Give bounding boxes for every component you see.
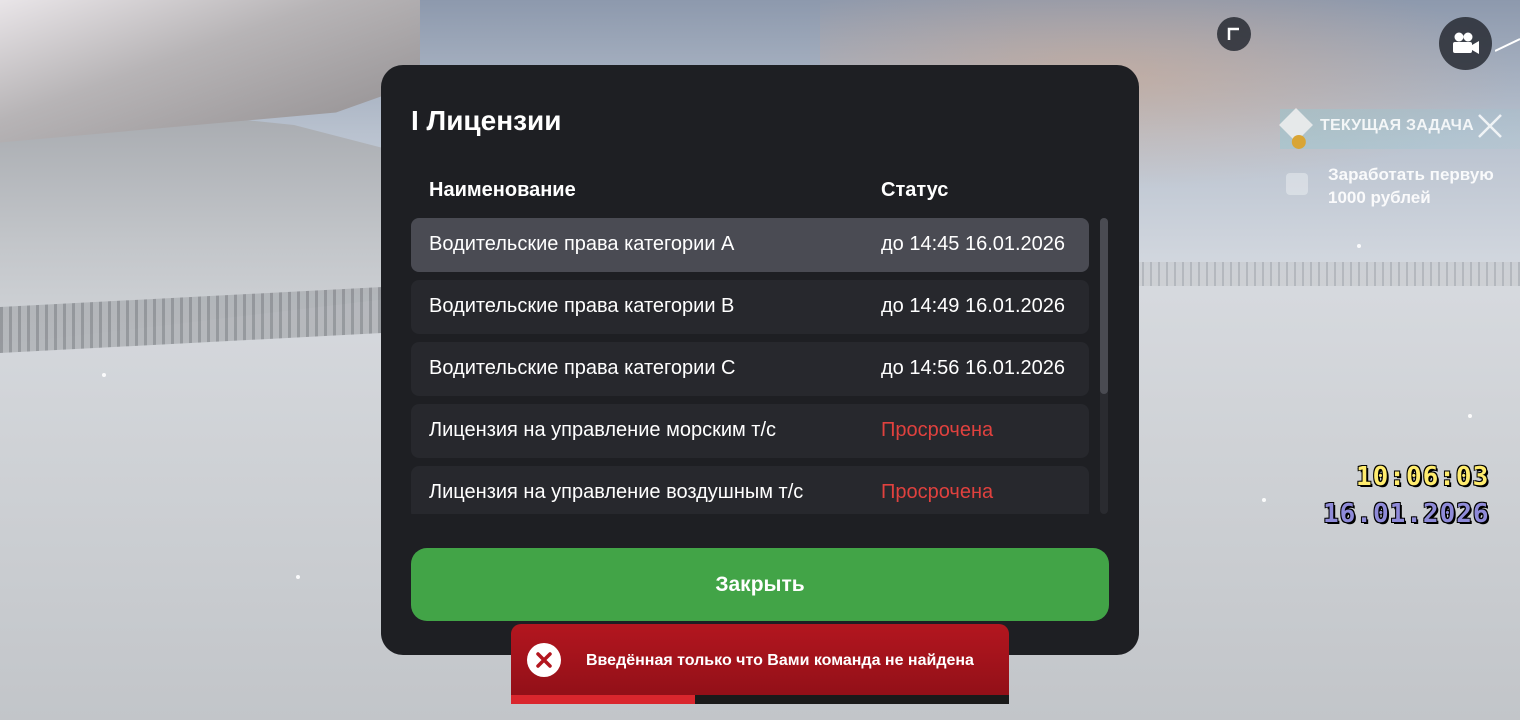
clock-date: 16.01.2026	[1323, 499, 1490, 529]
toast-timer	[511, 695, 1009, 704]
distant-tracks	[1110, 262, 1520, 286]
snowflake	[1357, 244, 1361, 248]
task-title: ТЕКУЩАЯ ЗАДАЧА	[1320, 117, 1474, 134]
license-status: до 14:56 16.01.2026	[881, 357, 1066, 379]
snowflake	[102, 373, 106, 377]
license-row[interactable]: Лицензия на управление морским т/с Проср…	[411, 404, 1089, 458]
license-status: до 14:45 16.01.2026	[881, 233, 1066, 255]
dialog-title: I Лицензии	[411, 105, 562, 136]
license-name: Водительские права категории C	[429, 357, 736, 379]
license-row[interactable]: Водительские права категории B до 14:49 …	[411, 280, 1089, 334]
error-toast: Введённая только что Вами команда не най…	[511, 624, 1009, 704]
error-icon	[527, 643, 561, 677]
license-status: Просрочена	[881, 419, 994, 441]
license-name: Водительские права категории A	[429, 233, 735, 255]
close-icon[interactable]	[1475, 111, 1505, 141]
camera-button[interactable]	[1439, 17, 1492, 70]
corner-icon	[1227, 27, 1239, 40]
scrollbar[interactable]	[1100, 218, 1108, 514]
license-name: Лицензия на управление воздушным т/с	[429, 481, 804, 503]
task-description: Заработать первую 1000 рублей	[1328, 165, 1494, 207]
snowflake	[1262, 498, 1266, 502]
toast-message: Введённая только что Вами команда не най…	[586, 652, 974, 669]
licenses-dialog: I Лицензии Наименование Статус Водительс…	[381, 65, 1139, 655]
license-status: Просрочена	[881, 481, 994, 503]
license-row[interactable]: Водительские права категории C до 14:56 …	[411, 342, 1089, 396]
map-corner-button[interactable]	[1217, 17, 1251, 51]
camera-icon	[1452, 32, 1479, 54]
flag-icon	[1495, 38, 1520, 52]
licenses-list[interactable]: Водительские права категории A до 14:45 …	[411, 218, 1089, 514]
license-name: Водительские права категории B	[429, 295, 735, 317]
column-header-status: Статус	[881, 179, 949, 201]
license-name: Лицензия на управление морским т/с	[429, 419, 777, 441]
alert-icon	[1291, 134, 1306, 149]
snowflake	[296, 575, 300, 579]
close-button[interactable]: Закрыть	[411, 548, 1109, 621]
scrollbar-thumb[interactable]	[1100, 218, 1108, 394]
license-status: до 14:49 16.01.2026	[881, 295, 1066, 317]
license-row[interactable]: Лицензия на управление воздушным т/с Про…	[411, 466, 1089, 514]
toast-timer-fill	[511, 695, 696, 704]
license-row[interactable]: Водительские права категории A до 14:45 …	[411, 218, 1089, 272]
snowflake	[1468, 414, 1472, 418]
task-checkbox	[1286, 173, 1308, 195]
clock-time: 10:06:03	[1356, 462, 1490, 492]
column-header-name: Наименование	[429, 179, 576, 201]
current-task-panel: ТЕКУЩАЯ ЗАДАЧА Заработать первую 1000 ру…	[1270, 103, 1520, 223]
